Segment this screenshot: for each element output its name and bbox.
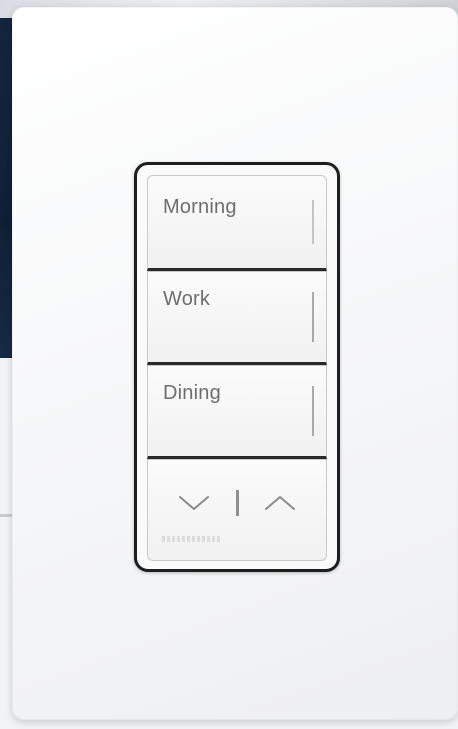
keypad: Morning Work Dining (134, 162, 340, 572)
status-led (312, 292, 314, 342)
scene-button-label: Work (163, 288, 211, 310)
scene-button-label: Dining (163, 382, 221, 404)
brand-mark (162, 536, 222, 542)
chevron-up-icon (265, 496, 295, 510)
rocker-divider (236, 490, 239, 516)
keypad-buttons: Morning Work Dining (147, 175, 327, 561)
status-led (312, 386, 314, 436)
scene-button-work[interactable]: Work (147, 271, 327, 365)
status-led (312, 200, 314, 244)
lower-button[interactable] (174, 488, 214, 518)
scene-button-dining[interactable]: Dining (147, 365, 327, 459)
scene-button-morning[interactable]: Morning (147, 175, 327, 271)
chevron-down-icon (179, 496, 209, 510)
raise-lower-rocker (147, 459, 327, 561)
raise-button[interactable] (260, 488, 300, 518)
scene-button-label: Morning (163, 196, 237, 218)
